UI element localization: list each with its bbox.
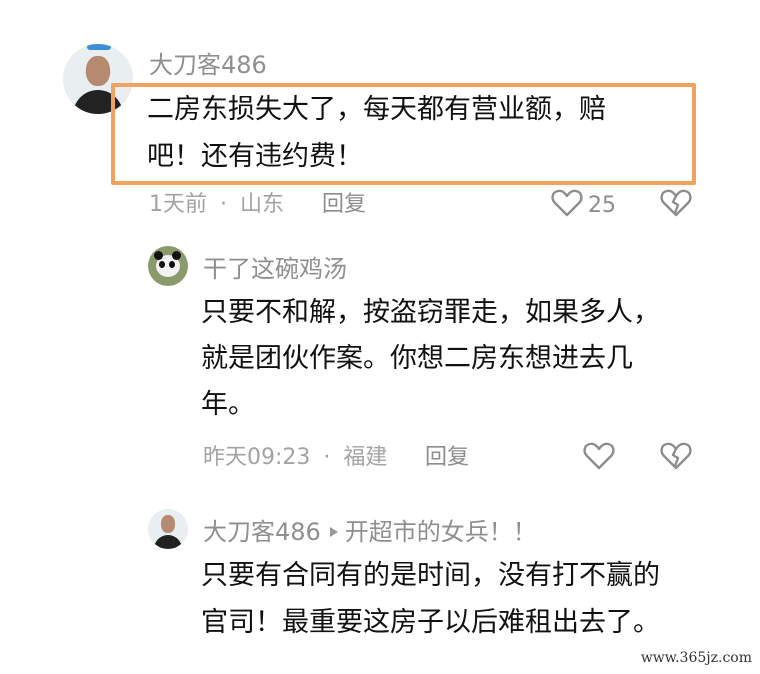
verified-badge bbox=[87, 44, 111, 50]
comment-meta: 昨天09:23 · 福建 bbox=[203, 444, 387, 472]
comment-time: 1天前 bbox=[149, 192, 207, 217]
heart-outline-icon[interactable] bbox=[583, 441, 615, 471]
like-count: 25 bbox=[588, 193, 616, 218]
triangle-right-icon bbox=[329, 526, 339, 538]
broken-heart-icon[interactable] bbox=[660, 441, 692, 471]
comment-username[interactable]: 大刀客486 bbox=[149, 50, 267, 80]
comment-location: 福建 bbox=[343, 445, 388, 470]
comment-text-line: 就是团伙作案。你想二房东想进去几 bbox=[201, 343, 633, 374]
comment-username[interactable]: 大刀客486 bbox=[203, 517, 321, 547]
comment-meta: 1天前 · 山东 bbox=[149, 191, 284, 219]
comment-text-line: 官司！最重要这房子以后难租出去了。 bbox=[201, 607, 660, 638]
reply-button[interactable]: 回复 bbox=[322, 191, 366, 219]
comment-location: 山东 bbox=[240, 192, 285, 217]
comment-time: 昨天09:23 bbox=[203, 445, 311, 470]
reply-to-username[interactable]: 开超市的女兵！！ bbox=[345, 517, 537, 547]
comment-text-line: 二房东损失大了，每天都有营业额，赔 bbox=[147, 94, 606, 125]
comment-text-line: 吧！还有违约费！ bbox=[147, 141, 363, 172]
heart-outline-icon[interactable] bbox=[551, 188, 583, 218]
reply-button[interactable]: 回复 bbox=[425, 444, 469, 472]
broken-heart-icon[interactable] bbox=[660, 188, 692, 218]
comment-text-line: 只要有合同有的是时间，没有打不赢的 bbox=[201, 560, 660, 591]
avatar[interactable] bbox=[148, 509, 188, 549]
watermark: www.365jz.com bbox=[640, 650, 752, 666]
avatar[interactable] bbox=[148, 246, 188, 286]
comment-text-line: 年。 bbox=[201, 389, 255, 420]
separator: · bbox=[323, 445, 331, 470]
comment-username[interactable]: 干了这碗鸡汤 bbox=[203, 254, 347, 284]
reply-header: 大刀客486 开超市的女兵！！ bbox=[203, 517, 537, 547]
separator: · bbox=[220, 192, 227, 217]
comment-text-line: 只要不和解，按盗窃罪走，如果多人， bbox=[201, 297, 660, 328]
